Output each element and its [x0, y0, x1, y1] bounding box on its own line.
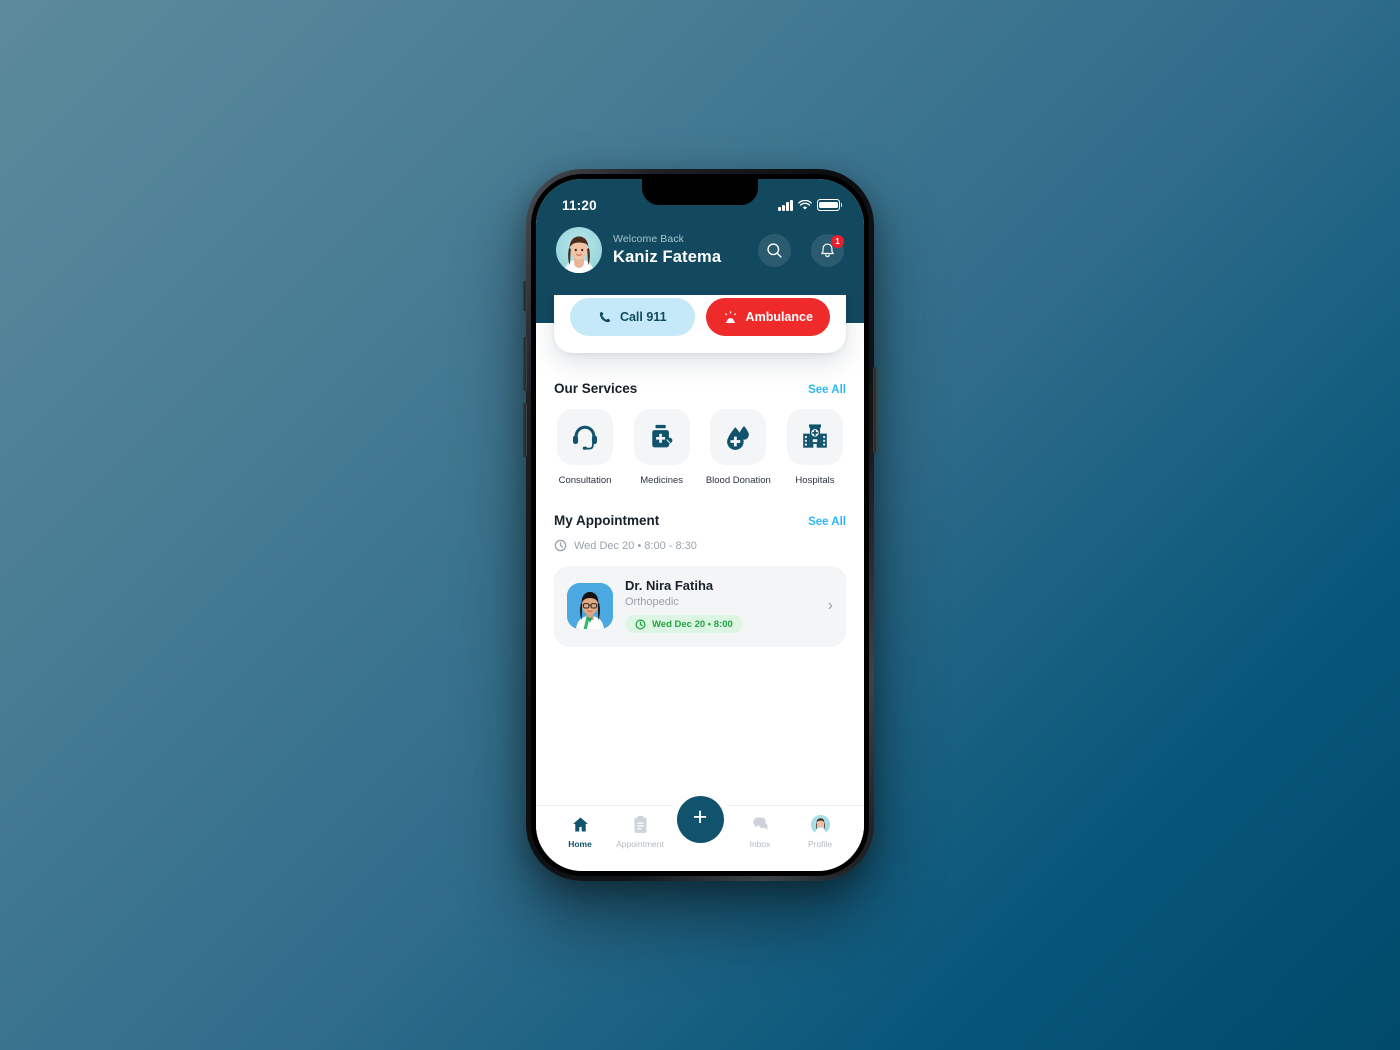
- tab-profile[interactable]: Profile: [790, 815, 850, 849]
- ambulance-button[interactable]: Ambulance: [705, 298, 830, 336]
- service-item-medicines[interactable]: Medicines: [631, 409, 693, 486]
- main-content: Emergency Services Need instant support?…: [536, 295, 864, 805]
- chat-bubbles-icon: [752, 817, 768, 831]
- service-item-consultation[interactable]: Consultation: [554, 409, 616, 486]
- search-icon: [767, 242, 782, 258]
- services-header: Our Services See All: [536, 381, 864, 396]
- services-grid: Consultation Medicines Blood Donation Ho…: [536, 409, 864, 486]
- appointment-time-chip: Wed Dec 20 • 8:00: [625, 615, 743, 633]
- headset-icon: [573, 425, 597, 450]
- doctor-appointment-card[interactable]: Dr. Nira Fatiha Orthopedic Wed Dec 20 • …: [554, 566, 846, 647]
- service-tile: [710, 409, 767, 465]
- clock-icon: [635, 619, 646, 629]
- power-button[interactable]: [873, 367, 877, 453]
- wifi-icon: [798, 199, 812, 210]
- phone-bezel: 11:20 Welcome Back Kaniz Fatema 1 Call 9…: [531, 174, 869, 876]
- doctor-info: Dr. Nira Fatiha Orthopedic Wed Dec 20 • …: [625, 578, 812, 635]
- service-label: Medicines: [640, 475, 684, 486]
- tab-label: Appointment: [616, 839, 664, 849]
- user-name: Kaniz Fatema: [613, 247, 722, 266]
- appointment-time-summary: Wed Dec 20 • 8:00 - 8:30: [536, 539, 864, 552]
- cellular-signal-icon: [778, 199, 793, 211]
- notification-badge: 1: [831, 234, 844, 248]
- silent-switch[interactable]: [523, 281, 527, 311]
- siren-icon: [724, 310, 736, 323]
- notifications-button[interactable]: 1: [811, 233, 844, 267]
- volume-down-button[interactable]: [523, 403, 527, 457]
- phone-icon: [599, 311, 611, 323]
- add-button[interactable]: +: [676, 795, 724, 843]
- chevron-right-icon[interactable]: ›: [824, 597, 833, 615]
- clipboard-icon: [634, 815, 646, 833]
- bottom-navigation: Home Appointment Inbox Profile +: [536, 789, 864, 871]
- status-time: 11:20: [562, 197, 597, 213]
- display-notch: [642, 179, 758, 205]
- medicine-bottle-icon: [651, 424, 673, 448]
- tab-home[interactable]: Home: [550, 815, 610, 849]
- appointments-see-all[interactable]: See All: [808, 516, 846, 528]
- welcome-label: Welcome Back: [613, 232, 685, 245]
- doctor-specialty: Orthopedic: [625, 596, 679, 608]
- hospital-icon: [803, 424, 827, 448]
- services-section: Our Services See All Consultation Medici…: [536, 381, 864, 486]
- tab-label: Inbox: [749, 839, 771, 849]
- emergency-actions: Call 911 Ambulance: [570, 298, 830, 336]
- blood-drop-icon: [727, 425, 750, 450]
- battery-icon: [817, 199, 843, 211]
- user-avatar[interactable]: [556, 227, 602, 273]
- phone-mockup: 11:20 Welcome Back Kaniz Fatema 1 Call 9…: [523, 169, 877, 881]
- home-icon: [572, 817, 588, 832]
- tab-inbox[interactable]: Inbox: [730, 815, 790, 849]
- doctor-name: Dr. Nira Fatiha: [625, 578, 714, 593]
- appointments-section: My Appointment See All Wed Dec 20 • 8:00…: [536, 513, 864, 647]
- service-tile: [786, 409, 843, 465]
- user-greeting-row: Welcome Back Kaniz Fatema 1: [554, 221, 846, 295]
- volume-up-button[interactable]: [523, 337, 527, 391]
- phone-frame: 11:20 Welcome Back Kaniz Fatema 1 Call 9…: [523, 169, 877, 881]
- service-label: Consultation: [558, 475, 612, 486]
- status-icons: [778, 199, 843, 211]
- service-label: Blood Donation: [705, 475, 771, 486]
- doctor-avatar: [567, 583, 613, 630]
- welcome-text: Welcome Back Kaniz Fatema: [613, 233, 747, 268]
- profile-avatar-icon: [810, 815, 830, 834]
- appointments-title: My Appointment: [554, 513, 660, 528]
- call-911-button[interactable]: Call 911: [570, 298, 695, 336]
- appointment-time-text: Wed Dec 20 • 8:00 - 8:30: [574, 539, 697, 552]
- ambulance-label: Ambulance: [745, 310, 813, 324]
- emergency-services-card: Emergency Services Need instant support?…: [554, 295, 846, 353]
- tab-label: Profile: [807, 839, 833, 849]
- tab-appointment[interactable]: Appointment: [610, 815, 670, 849]
- phone-screen: 11:20 Welcome Back Kaniz Fatema 1 Call 9…: [536, 179, 864, 871]
- appointments-header: My Appointment See All: [536, 513, 864, 528]
- clock-icon: [554, 539, 567, 552]
- service-label: Hospitals: [795, 475, 835, 486]
- service-tile: [557, 409, 613, 465]
- search-button[interactable]: [758, 233, 791, 267]
- service-item-hospitals[interactable]: Hospitals: [784, 409, 846, 486]
- service-tile: [633, 409, 690, 465]
- call-911-label: Call 911: [619, 310, 667, 324]
- service-item-blood-donation[interactable]: Blood Donation: [705, 409, 771, 486]
- tab-label: Home: [568, 839, 592, 849]
- services-see-all[interactable]: See All: [808, 384, 846, 396]
- chip-text: Wed Dec 20 • 8:00: [652, 618, 733, 630]
- services-title: Our Services: [554, 381, 638, 396]
- fab-container: +: [670, 789, 730, 849]
